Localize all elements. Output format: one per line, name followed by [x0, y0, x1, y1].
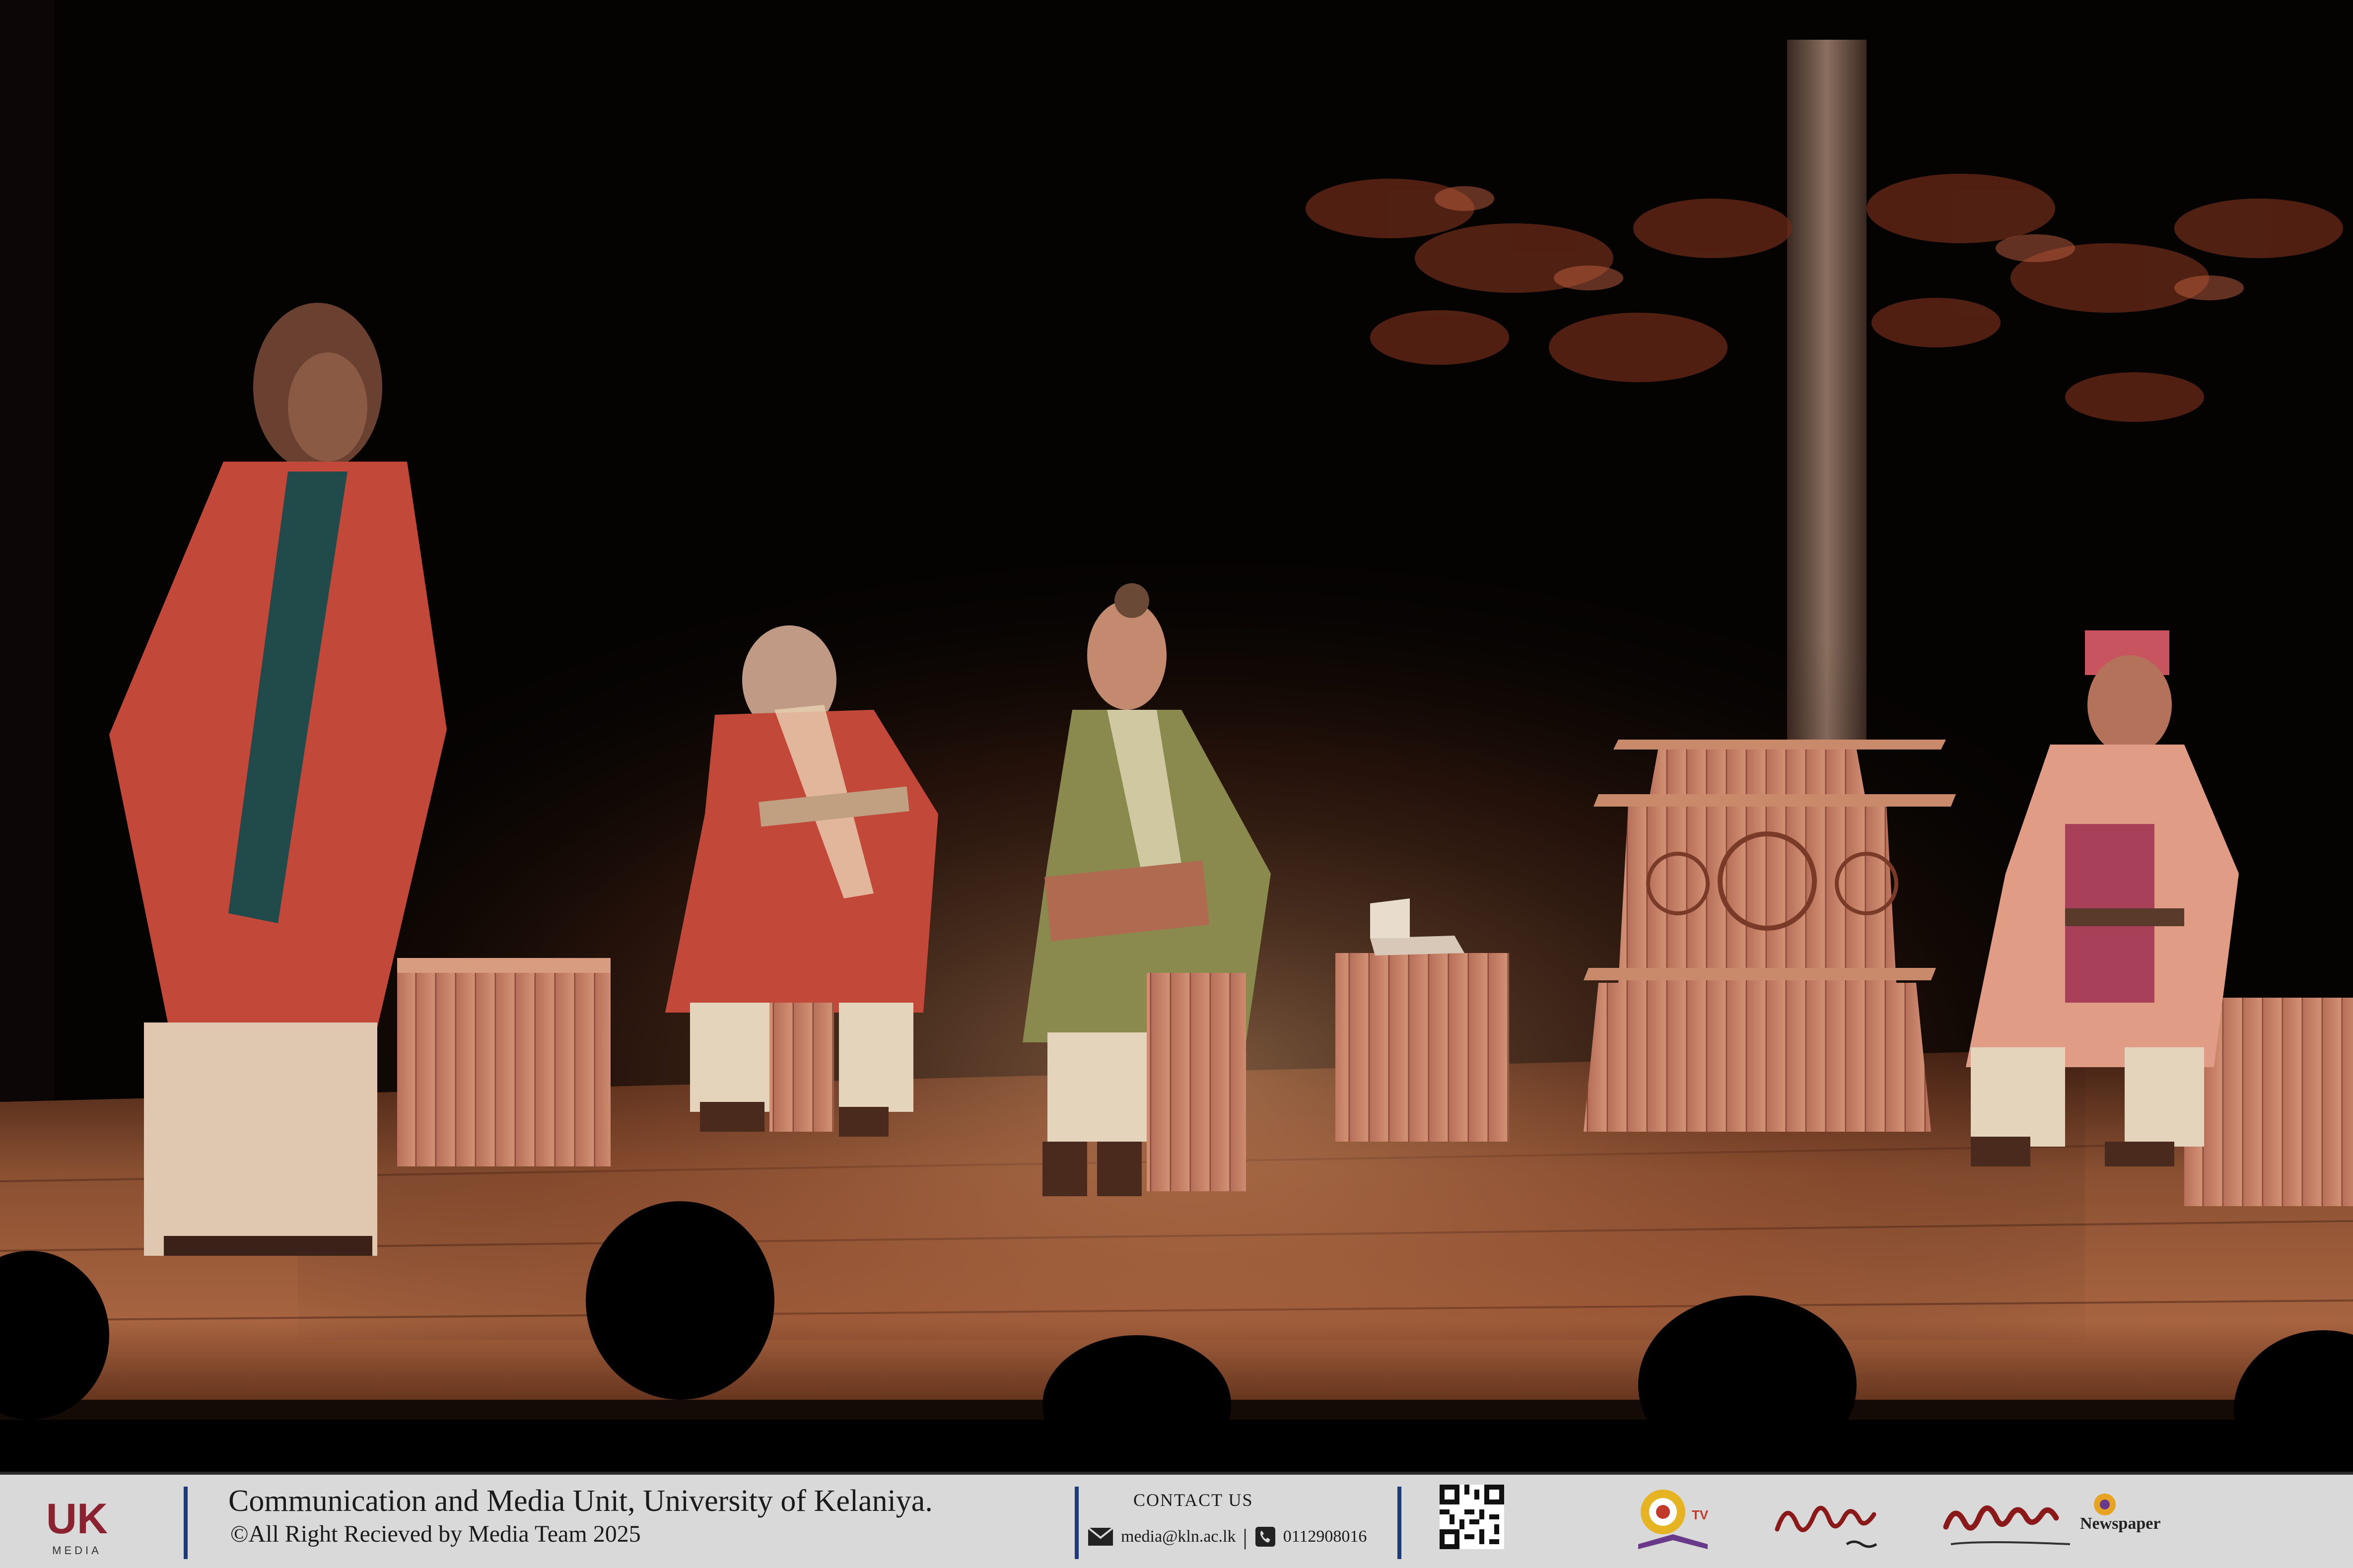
footer-banner: UK MEDIA Communication and Media Unit, U…	[0, 1472, 2353, 1568]
phone-icon	[1255, 1527, 1275, 1547]
crate-center-right	[1335, 953, 1509, 1142]
contact-email[interactable]: media@kln.ac.lk	[1121, 1527, 1236, 1546]
stage-photo	[0, 0, 2353, 1472]
crate-left	[397, 958, 611, 1166]
script-brand-logo	[1775, 1505, 1877, 1548]
uk-media-logo: UK MEDIA	[46, 1495, 108, 1557]
contact-separator: |	[1243, 1524, 1247, 1550]
svg-text:TV: TV	[1692, 1507, 1709, 1522]
mail-icon	[1087, 1527, 1114, 1546]
newspaper-label: Newspaper	[2080, 1514, 2161, 1533]
qr-code[interactable]	[1440, 1485, 1504, 1549]
footer-divider	[1397, 1487, 1401, 1559]
svg-text:MEDIA: MEDIA	[52, 1544, 102, 1557]
contact-title: CONTACT US	[1133, 1490, 1253, 1510]
contact-row: media@kln.ac.lk | 0112908016	[1087, 1522, 1367, 1552]
footer-divider	[1075, 1487, 1079, 1559]
copyright-text: ©All Right Recieved by Media Team 2025	[230, 1521, 641, 1547]
svg-text:UK: UK	[46, 1495, 108, 1543]
left-curtain	[0, 0, 55, 1171]
contact-phone[interactable]: 0112908016	[1283, 1527, 1367, 1546]
footer-divider	[184, 1487, 188, 1559]
tv-channel-logo: TV	[1638, 1490, 1709, 1549]
org-name: Communication and Media Unit, University…	[228, 1484, 933, 1518]
